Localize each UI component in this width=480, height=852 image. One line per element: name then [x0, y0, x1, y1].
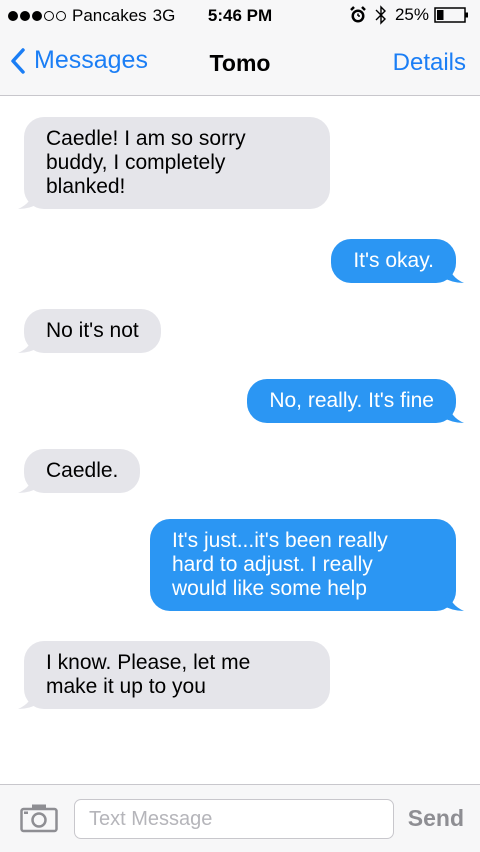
- message-text-line: No, really. It's fine: [269, 389, 434, 412]
- navigation-bar: Messages Tomo Details: [0, 32, 480, 96]
- message-text-line: No it's not: [46, 319, 139, 342]
- bubble-tail: [18, 473, 40, 493]
- bubble-tail: [442, 591, 464, 611]
- message-text-line: It's okay.: [353, 249, 434, 272]
- message-text-line: blanked!: [46, 175, 126, 198]
- message-text-line: buddy, I completely: [46, 151, 226, 174]
- alarm-clock-icon: [350, 6, 366, 23]
- compose-bar: Send: [0, 784, 480, 852]
- battery-percent: 25%: [394, 5, 429, 24]
- incoming-message-bubble[interactable]: No it's not: [18, 309, 161, 353]
- text-message-input[interactable]: [74, 799, 394, 839]
- bubble-tail: [18, 189, 40, 209]
- incoming-message-bubble[interactable]: Caedle! I am so sorry buddy, I completely…: [18, 117, 330, 209]
- message-text-line: Caedle.: [46, 459, 119, 482]
- message-text-line: make it up to you: [46, 675, 206, 698]
- message-text-line: would like some help: [172, 577, 367, 600]
- details-button[interactable]: Details: [393, 49, 466, 77]
- send-button[interactable]: Send: [408, 805, 464, 832]
- outgoing-message-bubble[interactable]: No, really. It's fine: [247, 379, 464, 423]
- status-bar: Pancakes 3G 5:46 PM 25%: [0, 0, 480, 32]
- bubble-tail: [18, 333, 40, 353]
- bluetooth-icon: [375, 5, 386, 25]
- camera-icon[interactable]: [20, 803, 58, 833]
- incoming-message-bubble[interactable]: Caedle.: [18, 449, 141, 493]
- message-text-line: I know. Please, let me: [46, 651, 251, 674]
- conversation-thread: Caedle! I am so sorry buddy, I completely…: [0, 96, 480, 784]
- message-text-line: It's just...it's been really: [172, 529, 388, 552]
- outgoing-message-bubble[interactable]: It's just...it's been really hard to adju…: [150, 519, 464, 611]
- battery-icon: [434, 7, 468, 23]
- incoming-message-bubble[interactable]: I know. Please, let me make it up to you: [18, 641, 330, 709]
- status-right: 25%: [349, 4, 470, 26]
- bubble-tail: [442, 263, 464, 283]
- message-text-line: hard to adjust. I really: [172, 553, 373, 576]
- bubble-tail: [442, 403, 464, 423]
- message-text-line: Caedle! I am so sorry: [46, 127, 246, 150]
- outgoing-message-bubble[interactable]: It's okay.: [331, 239, 464, 283]
- bubble-tail: [18, 689, 40, 709]
